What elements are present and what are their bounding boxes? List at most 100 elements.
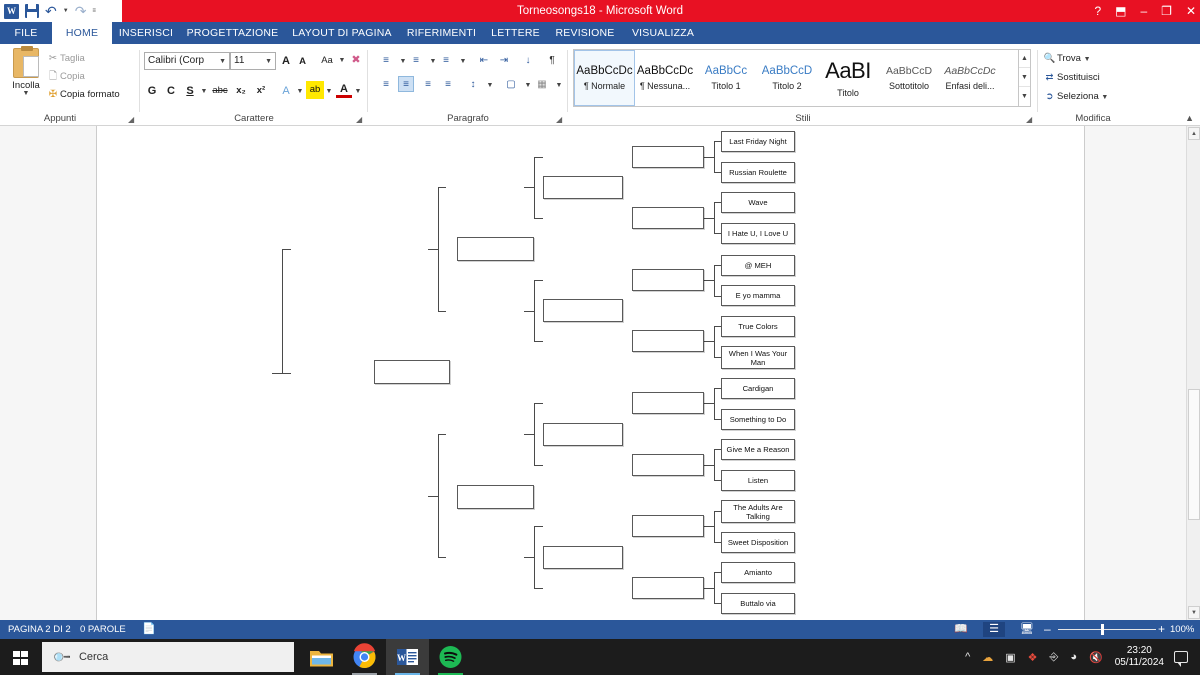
find-button[interactable]: 🔍 Trova ▼: [1042, 49, 1091, 68]
scroll-up-icon[interactable]: ▲: [1188, 127, 1200, 140]
taskbar-clock[interactable]: 23:20 05/11/2024: [1115, 645, 1164, 669]
style-item-sottotitolo[interactable]: AaBbCcD Sottotitolo: [879, 50, 940, 106]
font-size-dropdown-icon[interactable]: ▼: [265, 53, 272, 70]
multilevel-list-icon[interactable]: ≡: [438, 53, 454, 69]
borders-dropdown-icon[interactable]: ▼: [551, 78, 567, 94]
taskbar-app-spotify[interactable]: [429, 639, 472, 675]
tab-riferimenti[interactable]: RIFERIMENTI: [399, 22, 484, 44]
strikethrough-button[interactable]: abc: [210, 82, 230, 100]
cut-button[interactable]: ✂ Taglia: [46, 50, 85, 67]
restore-button[interactable]: ❐: [1161, 4, 1172, 18]
taskbar-app-file-explorer[interactable]: [300, 639, 343, 675]
tab-inserisci[interactable]: INSERISCI: [112, 22, 180, 44]
bracket-node-r16-9[interactable]: Cardigan: [721, 378, 795, 399]
bracket-node-r16-5[interactable]: @ MEH: [721, 255, 795, 276]
help-button[interactable]: ?: [1094, 4, 1101, 18]
onedrive-icon[interactable]: ☁: [982, 651, 993, 664]
bracket-node-final-2[interactable]: [457, 485, 534, 509]
keyboard-icon[interactable]: ⎆: [1050, 651, 1059, 664]
styles-dialog-launcher[interactable]: ◢: [1026, 115, 1032, 124]
bracket-node-qf-1[interactable]: [632, 146, 704, 168]
bracket-node-qf-3[interactable]: [632, 269, 704, 291]
decrease-indent-icon[interactable]: ⇤: [476, 53, 492, 69]
styles-gallery-scroll[interactable]: ▲ ▼ ▼: [1018, 50, 1030, 106]
align-right-icon[interactable]: ≡: [420, 77, 436, 93]
style-item-nessuna-spaziatura[interactable]: AaBbCcDc ¶ Nessuna...: [635, 50, 696, 106]
style-item-normale[interactable]: AaBbCcDc ¶ Normale: [574, 50, 635, 106]
bracket-node-r16-12[interactable]: Listen: [721, 470, 795, 491]
bracket-node-r16-6[interactable]: E yo mamma: [721, 285, 795, 306]
style-item-titolo-1[interactable]: AaBbCс Titolo 1: [696, 50, 757, 106]
gallery-more-icon[interactable]: ▼: [1019, 88, 1030, 106]
proofing-icon[interactable]: 📄: [142, 620, 156, 639]
bracket-node-r16-13[interactable]: The Adults Are Talking: [721, 500, 795, 523]
line-spacing-dropdown-icon[interactable]: ▼: [482, 78, 498, 94]
webcam-icon[interactable]: ▣: [1005, 651, 1015, 664]
bracket-node-qf-2[interactable]: [632, 207, 704, 229]
ribbon-display-options-button[interactable]: ⬒: [1115, 4, 1126, 18]
wifi-icon[interactable]: ◕: [1070, 651, 1077, 663]
volume-muted-icon[interactable]: 🔇: [1089, 651, 1103, 664]
zoom-in-button[interactable]: +: [1158, 620, 1165, 639]
font-size-input[interactable]: 11 ▼: [230, 52, 276, 70]
bracket-node-sf-2[interactable]: [543, 299, 623, 322]
zoom-slider-thumb[interactable]: [1101, 624, 1104, 635]
text-effects-dropdown-icon[interactable]: ▼: [295, 83, 305, 101]
scrollbar-thumb[interactable]: [1188, 389, 1200, 520]
style-item-enfasi-delicata[interactable]: AaBbCcDс Enfasi deli...: [940, 50, 1001, 106]
vertical-scrollbar[interactable]: ▲ ▼: [1186, 126, 1200, 620]
sort-icon[interactable]: ↓: [520, 53, 536, 69]
highlight-dropdown-icon[interactable]: ▼: [324, 83, 334, 101]
taskbar-app-microsoft-word[interactable]: W: [386, 639, 429, 675]
show-hidden-icons-icon[interactable]: ^: [965, 651, 970, 663]
tab-home[interactable]: HOME: [52, 22, 112, 44]
shrink-font-button[interactable]: A: [295, 53, 310, 71]
bold-button[interactable]: G: [144, 82, 160, 100]
replace-button[interactable]: ⇄ Sostituisci: [1042, 68, 1100, 87]
taskbar-app-google-chrome[interactable]: [343, 639, 386, 675]
adobe-icon[interactable]: ❖: [1028, 651, 1038, 664]
show-formatting-marks-icon[interactable]: ¶: [544, 53, 560, 69]
text-effects-icon[interactable]: A: [278, 82, 294, 100]
underline-dropdown-icon[interactable]: ▼: [199, 83, 209, 101]
tab-layout-di-pagina[interactable]: LAYOUT DI PAGINA: [285, 22, 399, 44]
print-layout-button[interactable]: ☰: [983, 622, 1005, 637]
increase-indent-icon[interactable]: ⇥: [496, 53, 512, 69]
undo-icon[interactable]: ↶: [45, 3, 57, 19]
close-button[interactable]: ✕: [1186, 4, 1196, 18]
bracket-node-r16-7[interactable]: True Colors: [721, 316, 795, 337]
bracket-node-r16-4[interactable]: I Hate U, I Love U: [721, 223, 795, 244]
bracket-node-r16-2[interactable]: Russian Roulette: [721, 162, 795, 183]
shading-icon[interactable]: ▢: [503, 77, 519, 93]
italic-button[interactable]: C: [163, 82, 179, 100]
bracket-node-winner[interactable]: [374, 360, 450, 384]
gallery-scroll-down-icon[interactable]: ▼: [1019, 69, 1030, 87]
clipboard-dialog-launcher[interactable]: ◢: [128, 115, 134, 124]
bracket-node-r16-14[interactable]: Sweet Disposition: [721, 532, 795, 553]
bracket-node-r16-15[interactable]: Amianto: [721, 562, 795, 583]
font-name-input[interactable]: Calibri (Corp ▼: [144, 52, 230, 70]
bracket-node-sf-1[interactable]: [543, 176, 623, 199]
save-icon[interactable]: [25, 4, 39, 18]
tab-revisione[interactable]: REVISIONE: [547, 22, 623, 44]
font-color-dropdown-icon[interactable]: ▼: [353, 83, 363, 101]
multilevel-dropdown-icon[interactable]: ▼: [455, 54, 471, 70]
font-dialog-launcher[interactable]: ◢: [356, 115, 362, 124]
select-button[interactable]: ➲ Seleziona ▼: [1042, 87, 1109, 106]
zoom-slider[interactable]: [1058, 629, 1156, 630]
style-item-titolo-2[interactable]: AaBbCcD Titolo 2: [757, 50, 818, 106]
redo-icon[interactable]: ↷: [75, 3, 87, 19]
line-spacing-icon[interactable]: ↕: [465, 77, 481, 93]
bracket-node-r16-8[interactable]: When I Was Your Man: [721, 346, 795, 369]
zoom-level[interactable]: 100%: [1170, 620, 1194, 639]
document-page[interactable]: Last Friday Night Russian Roulette Wave …: [96, 126, 1085, 620]
minimize-button[interactable]: –: [1140, 4, 1147, 18]
tab-visualizza[interactable]: VISUALIZZA: [623, 22, 703, 44]
word-app-icon[interactable]: W: [4, 3, 19, 19]
paragraph-dialog-launcher[interactable]: ◢: [556, 115, 562, 124]
subscript-button[interactable]: x₂: [232, 82, 250, 100]
bracket-node-qf-5[interactable]: [632, 392, 704, 414]
font-color-icon[interactable]: A: [336, 80, 352, 98]
action-center-icon[interactable]: [1174, 651, 1188, 667]
collapse-ribbon-icon[interactable]: ▲: [1185, 113, 1194, 123]
